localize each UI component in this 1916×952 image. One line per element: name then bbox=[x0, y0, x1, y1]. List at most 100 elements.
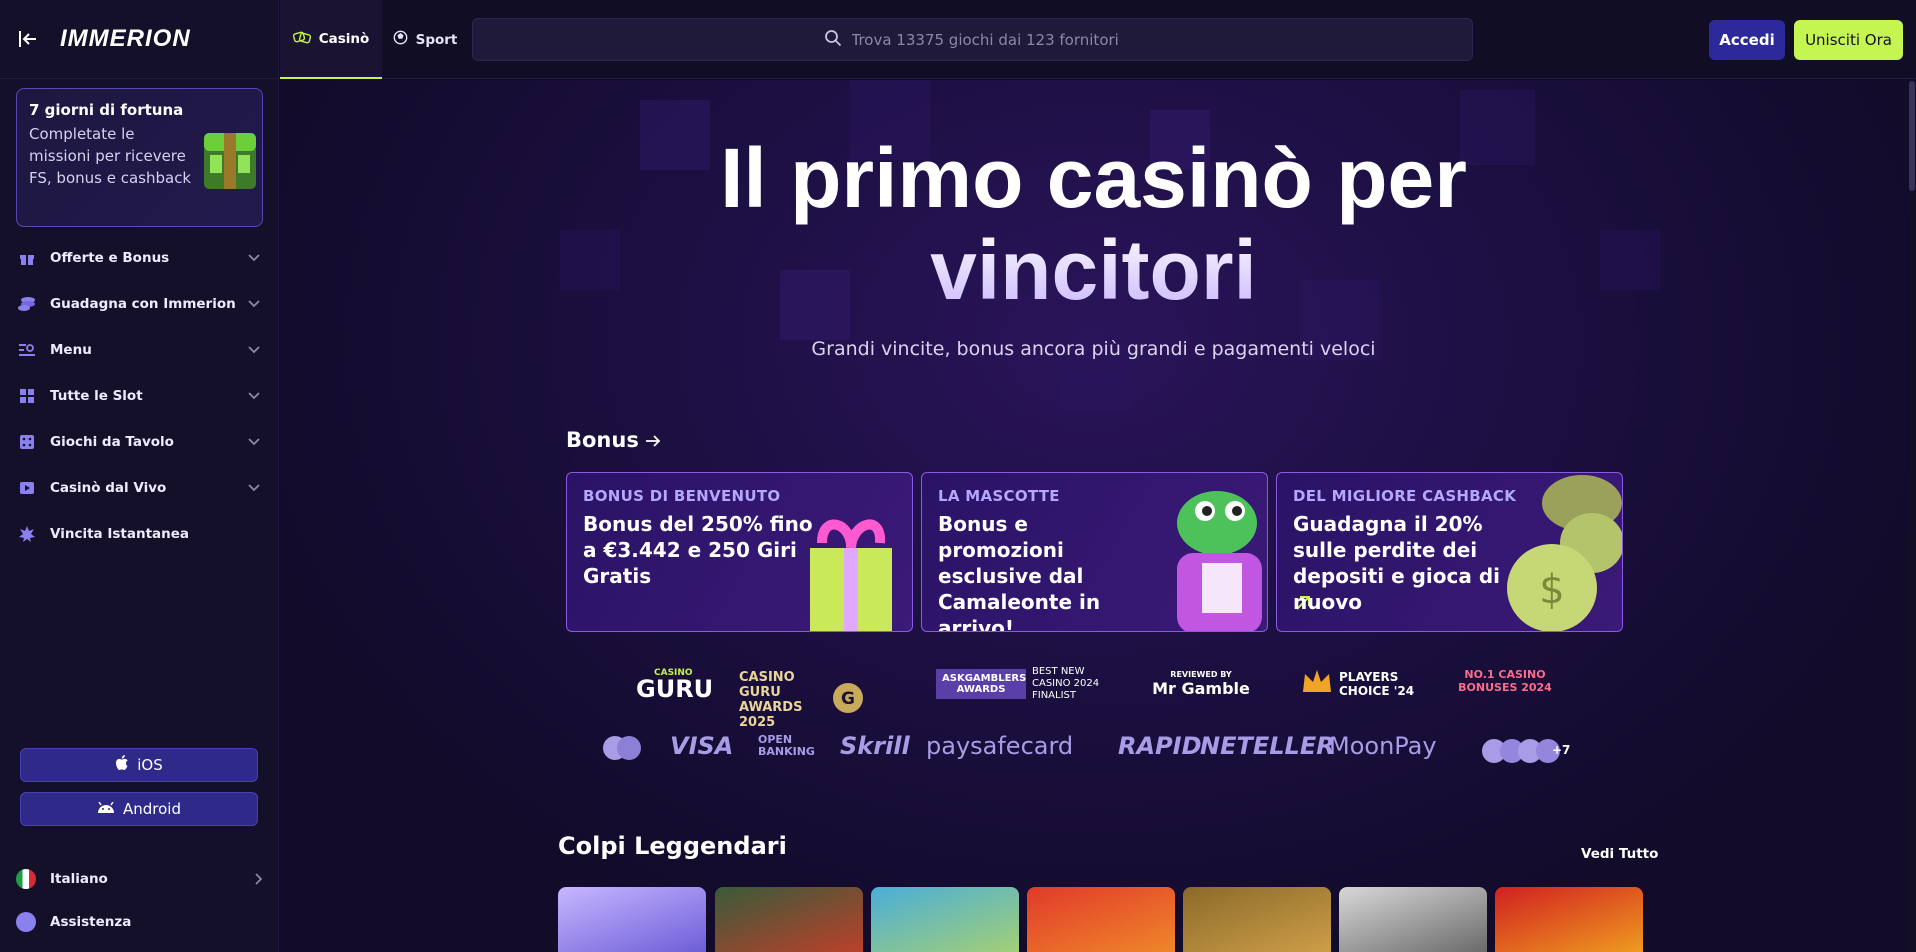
bonus-card-cashback[interactable]: DEL MIGLIORE CASHBACK Guadagna il 20% su… bbox=[1276, 472, 1623, 632]
casino-guru-logo: CASINO GURU bbox=[636, 668, 714, 703]
game-tile[interactable] bbox=[715, 887, 863, 952]
tab-casino-label: Casinò bbox=[318, 30, 370, 47]
gift-box-icon bbox=[810, 519, 892, 631]
tab-sport-label: Sport bbox=[415, 31, 458, 48]
laurel-g-icon: G bbox=[827, 679, 869, 721]
game-tile[interactable] bbox=[1027, 887, 1175, 952]
crypto-coins-icons: +7 bbox=[1482, 736, 1570, 766]
chameleon-mascot-icon bbox=[1177, 491, 1262, 631]
brand-logo[interactable]: IMMERION bbox=[60, 25, 191, 53]
sidebar-item-earn[interactable]: Guadagna con Immerion bbox=[0, 281, 279, 327]
bonus-section-title[interactable]: Bonus bbox=[566, 428, 661, 452]
dice-icon bbox=[18, 433, 36, 451]
bonus-card-welcome[interactable]: BONUS DI BENVENUTO Bonus del 250% fino a… bbox=[566, 472, 913, 632]
payment-moonpay: MoonPay bbox=[1329, 732, 1437, 760]
android-app-button[interactable]: Android bbox=[20, 792, 258, 826]
casino-guru-text: GURU bbox=[636, 675, 714, 703]
chat-bubble-icon bbox=[16, 912, 36, 932]
game-tile[interactable] bbox=[1183, 887, 1331, 952]
askgamblers-award: ASKGAMBLERS AWARDS BEST NEW CASINO 2024 … bbox=[936, 666, 1104, 702]
sidebar-item-table-games[interactable]: Giochi da Tavolo bbox=[0, 419, 279, 465]
sidebar-item-offers[interactable]: Offerte e Bonus bbox=[0, 235, 279, 281]
search-bar[interactable] bbox=[472, 18, 1473, 61]
casino-guru-awards: CASINO GURU AWARDS 2025 G bbox=[739, 670, 869, 730]
see-all-link[interactable]: Vedi Tutto bbox=[1581, 846, 1658, 862]
cards-icon bbox=[292, 29, 311, 49]
chevron-down-icon bbox=[247, 389, 261, 403]
game-tile[interactable] bbox=[1339, 887, 1487, 952]
sidebar-item-instant-win[interactable]: Vincita Istantanea bbox=[0, 511, 279, 557]
game-tile[interactable] bbox=[1495, 887, 1643, 952]
support-link[interactable]: Assistenza bbox=[16, 907, 263, 937]
ball-icon bbox=[393, 30, 408, 49]
italy-flag-icon bbox=[16, 869, 36, 889]
support-label: Assistenza bbox=[50, 914, 132, 930]
bonus-card-mascot[interactable]: LA MASCOTTE Bonus e promozioni esclusive… bbox=[921, 472, 1268, 632]
search-input[interactable] bbox=[851, 30, 1122, 49]
guru-awards-text: CASINO GURU AWARDS 2025 bbox=[739, 670, 803, 730]
askgamblers-badge: ASKGAMBLERS AWARDS bbox=[936, 669, 1026, 699]
collapse-sidebar-icon[interactable] bbox=[16, 27, 40, 51]
chevron-right-icon bbox=[255, 870, 263, 889]
page-scrollbar[interactable] bbox=[1908, 79, 1916, 952]
ios-label: iOS bbox=[137, 756, 163, 774]
payment-rapid: RAPID bbox=[1118, 732, 1202, 760]
bonus-card-text: Bonus del 250% fino a €3.442 e 250 Giri … bbox=[583, 512, 813, 588]
tab-casino[interactable]: Casinò bbox=[280, 0, 382, 79]
svg-text:$: $ bbox=[1539, 567, 1564, 613]
login-button[interactable]: Accedi bbox=[1709, 20, 1785, 60]
chevron-down-icon bbox=[247, 435, 261, 449]
language-selector[interactable]: Italiano bbox=[16, 864, 263, 894]
sidebar-item-slots[interactable]: Tutte le Slot bbox=[0, 373, 279, 419]
players-choice-text: PLAYERS CHOICE '24 bbox=[1339, 670, 1415, 698]
sidebar-nav: Offerte e Bonus Guadagna con Immerion Me… bbox=[0, 235, 279, 557]
sidebar-item-menu[interactable]: Menu bbox=[0, 327, 279, 373]
join-button[interactable]: Unisciti Ora bbox=[1794, 20, 1903, 60]
payment-neteller: NETELLER bbox=[1200, 732, 1335, 760]
sidebar-item-label: Guadagna con Immerion bbox=[50, 296, 236, 312]
mrgamble-small: REVIEWED BY bbox=[1170, 670, 1232, 679]
top-bar: Casinò Sport Accedi Unisciti Ora bbox=[280, 0, 1916, 79]
gift-icon bbox=[18, 249, 36, 267]
hero-subtitle: Grandi vincite, bonus ancora più grandi … bbox=[811, 338, 1376, 360]
game-tile[interactable] bbox=[871, 887, 1019, 952]
game-tile[interactable] bbox=[558, 887, 706, 952]
awards-row: CASINO GURU CASINO GURU AWARDS 2025 G AS… bbox=[280, 662, 1907, 730]
mrgamble-award: REVIEWED BY Mr Gamble bbox=[1131, 670, 1271, 698]
arrow-right-icon bbox=[645, 428, 661, 452]
hero-title: Il primo casinò per vincitori bbox=[280, 132, 1907, 316]
tab-sport[interactable]: Sport bbox=[382, 0, 468, 79]
bonus-card-text: Bonus e promozioni esclusive dal Camaleo… bbox=[938, 512, 1101, 632]
payment-skrill: Skrill bbox=[840, 732, 910, 760]
chevron-down-icon bbox=[247, 343, 261, 357]
promo-card-fortune[interactable]: 7 giorni di fortuna Completate le missio… bbox=[16, 88, 263, 227]
chevron-down-icon bbox=[247, 297, 261, 311]
ios-app-button[interactable]: iOS bbox=[20, 748, 258, 782]
hero-title-line1: Il primo casinò per bbox=[720, 131, 1467, 225]
bonus-card-text: Guadagna il 20% sulle perdite dei deposi… bbox=[1293, 512, 1501, 614]
play-icon bbox=[18, 479, 36, 497]
coins-icon bbox=[18, 295, 36, 313]
payment-paysafecard: paysafecard bbox=[926, 732, 1074, 760]
scrollbar-thumb[interactable] bbox=[1909, 81, 1915, 191]
payment-visa: VISA bbox=[670, 732, 734, 760]
sidebar: IMMERION 7 giorni di fortuna Completate … bbox=[0, 0, 279, 952]
grid-icon bbox=[18, 387, 36, 405]
treasure-chest-icon bbox=[204, 133, 256, 189]
sidebar-item-label: Tutte le Slot bbox=[50, 388, 143, 404]
main-content: Il primo casinò per vincitori Grandi vin… bbox=[280, 80, 1907, 952]
sidebar-item-label: Menu bbox=[50, 342, 92, 358]
svg-text:G: G bbox=[841, 689, 855, 709]
search-icon bbox=[824, 29, 842, 51]
android-label: Android bbox=[123, 800, 181, 818]
payment-open-banking: OPEN BANKING bbox=[758, 733, 815, 758]
sidebar-item-label: Offerte e Bonus bbox=[50, 250, 170, 266]
burst-icon bbox=[18, 525, 36, 543]
sidebar-item-label: Giochi da Tavolo bbox=[50, 434, 174, 450]
crypto-more-count: +7 bbox=[1552, 743, 1571, 757]
apple-icon bbox=[115, 755, 129, 775]
sidebar-item-label: Vincita Istantanea bbox=[50, 526, 190, 542]
mrgamble-text: Mr Gamble bbox=[1152, 679, 1250, 698]
mastercard-icon bbox=[600, 734, 644, 768]
sidebar-item-live-casino[interactable]: Casinò dal Vivo bbox=[0, 465, 279, 511]
